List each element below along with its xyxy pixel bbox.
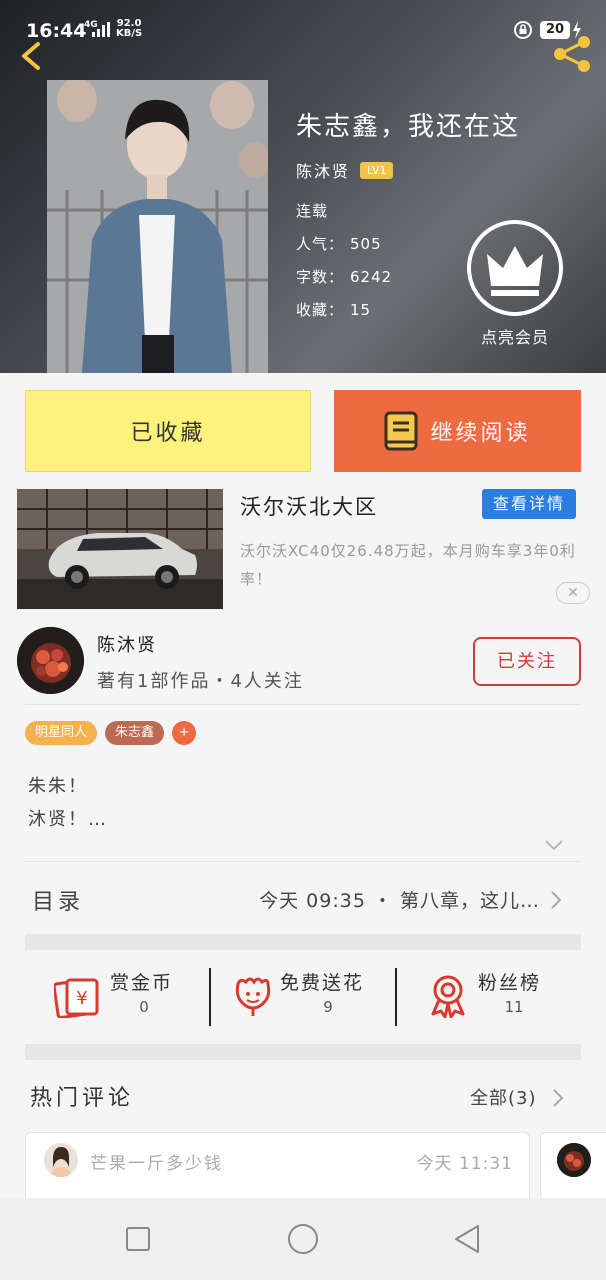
red-envelope-icon: ¥ bbox=[54, 978, 99, 1018]
all-comments-link[interactable]: 全部(3) bbox=[470, 1084, 537, 1110]
popularity: 人气： 505 bbox=[296, 233, 382, 254]
speed-unit: KB/S bbox=[116, 28, 143, 39]
hot-comments-title: 热门评论 bbox=[30, 1086, 135, 1111]
continue-reading-label: 继续阅读 bbox=[430, 421, 531, 446]
award-ribbon-icon bbox=[431, 975, 465, 1018]
signal-icon bbox=[92, 22, 110, 37]
ad-description[interactable]: 沃尔沃XC40仅26.48万起，本月购车享3年0利率！ bbox=[240, 537, 590, 593]
flower-icon bbox=[235, 977, 271, 1016]
reward-value: 0 bbox=[139, 998, 149, 1016]
ad-car-image[interactable] bbox=[17, 489, 223, 609]
collect-label: 收藏： bbox=[296, 301, 345, 319]
word-count-label: 字数： bbox=[296, 268, 345, 286]
network-speed: 92.0 KB/S bbox=[116, 19, 142, 39]
separator bbox=[395, 968, 397, 1026]
recent-apps-icon[interactable] bbox=[122, 1223, 154, 1255]
book-icon bbox=[384, 411, 418, 451]
author-row[interactable]: 陈沐贤 LV1 bbox=[296, 158, 394, 182]
ad-banner[interactable]: 沃尔沃北大区 查看详情 沃尔沃XC40仅26.48万起，本月购车享3年0利率！ … bbox=[0, 485, 606, 613]
serial-status: 连载 bbox=[296, 202, 329, 220]
commenter-avatar[interactable] bbox=[557, 1143, 591, 1177]
level-badge: LV1 bbox=[360, 161, 394, 179]
fans-label: 粉丝榜 bbox=[478, 972, 542, 994]
commenter-name[interactable]: 芒果一斤多少钱 bbox=[90, 1149, 223, 1174]
followed-button[interactable]: 已关注 bbox=[473, 637, 581, 686]
chevron-right-icon[interactable] bbox=[552, 1088, 564, 1108]
table-of-contents[interactable]: 目录 今天 09:35 ・ 第八章，这儿… bbox=[0, 862, 606, 934]
tag-list: 明星同人 朱志鑫 + bbox=[25, 721, 197, 745]
chevron-right-icon bbox=[551, 891, 562, 909]
favorited-button[interactable]: 已收藏 bbox=[25, 390, 311, 472]
flower-value: 9 bbox=[323, 998, 333, 1016]
svg-text:¥: ¥ bbox=[76, 988, 87, 1009]
collect-count: 收藏： 15 bbox=[296, 299, 371, 320]
popularity-value: 505 bbox=[350, 235, 382, 253]
toc-label: 目录 bbox=[32, 890, 85, 915]
collect-value: 15 bbox=[350, 301, 372, 319]
share-icon[interactable] bbox=[550, 34, 594, 74]
continue-reading-button[interactable]: 继续阅读 bbox=[334, 390, 581, 472]
status-bar: 16:44 4G 92.0 KB/S 20 bbox=[0, 0, 606, 44]
interaction-stats: ¥ 赏金币 0 免费送花 9 粉丝榜 11 bbox=[0, 950, 606, 1042]
author-card-name[interactable]: 陈沐贤 bbox=[97, 631, 157, 657]
reward-label: 赏金币 bbox=[110, 972, 174, 994]
author-stats: 著有1部作品・4人关注 bbox=[97, 671, 304, 692]
separator bbox=[209, 968, 211, 1026]
latest-chapter[interactable]: 今天 09:35 ・ 第八章，这儿… bbox=[259, 886, 540, 913]
rotation-lock-icon bbox=[514, 21, 532, 39]
book-header: 16:44 4G 92.0 KB/S 20 朱志鑫，我还在这 陈沐贤 LV1 连… bbox=[0, 0, 606, 373]
word-count: 字数： 6242 bbox=[296, 266, 392, 287]
fans-value: 11 bbox=[504, 998, 524, 1016]
back-arrow-icon[interactable] bbox=[18, 40, 44, 72]
vip-button[interactable]: 点亮会员 bbox=[466, 220, 564, 350]
commenter-avatar[interactable] bbox=[44, 1143, 78, 1177]
close-ad-button[interactable]: ✕ bbox=[556, 582, 590, 604]
tag-star-fanfic[interactable]: 明星同人 bbox=[25, 721, 98, 745]
view-details-button[interactable]: 查看详情 bbox=[482, 489, 576, 519]
comment-time: 今天 11:31 bbox=[416, 1154, 513, 1174]
status-time: 16:44 bbox=[26, 20, 87, 42]
action-bar: 已收藏 继续阅读 bbox=[0, 373, 606, 485]
home-icon[interactable] bbox=[287, 1223, 319, 1255]
author-avatar[interactable] bbox=[17, 627, 84, 694]
back-triangle-icon[interactable] bbox=[452, 1223, 484, 1255]
free-flower[interactable]: 免费送花 9 bbox=[230, 968, 380, 1024]
author-name[interactable]: 陈沐贤 bbox=[296, 158, 350, 182]
author-card[interactable]: 陈沐贤 著有1部作品・4人关注 已关注 bbox=[0, 613, 606, 705]
vip-label: 点亮会员 bbox=[480, 328, 549, 347]
section-separator bbox=[25, 1044, 581, 1060]
reward-coins[interactable]: ¥ 赏金币 0 bbox=[54, 968, 194, 1024]
book-cover[interactable] bbox=[47, 80, 268, 373]
fan-ranking[interactable]: 粉丝榜 11 bbox=[428, 968, 568, 1024]
popularity-label: 人气： bbox=[296, 235, 345, 253]
intro-line-2: 沐贤！… bbox=[28, 809, 108, 830]
book-title: 朱志鑫，我还在这 bbox=[296, 112, 521, 142]
system-navigation-bar bbox=[0, 1198, 606, 1280]
divider bbox=[25, 704, 581, 705]
expand-chevron-down-icon[interactable] bbox=[544, 838, 564, 852]
cover-photo bbox=[47, 80, 268, 373]
add-tag-button[interactable]: + bbox=[172, 721, 197, 745]
ad-title[interactable]: 沃尔沃北大区 bbox=[240, 491, 378, 521]
flower-label: 免费送花 bbox=[280, 972, 365, 994]
word-count-value: 6242 bbox=[350, 268, 393, 286]
section-separator bbox=[25, 934, 581, 950]
crown-icon bbox=[467, 220, 563, 316]
intro-line-1: 朱朱！ bbox=[28, 776, 88, 797]
book-intro[interactable]: 朱朱！ 沐贤！… bbox=[28, 770, 108, 836]
tag-zhu-zhixin[interactable]: 朱志鑫 bbox=[105, 721, 165, 745]
